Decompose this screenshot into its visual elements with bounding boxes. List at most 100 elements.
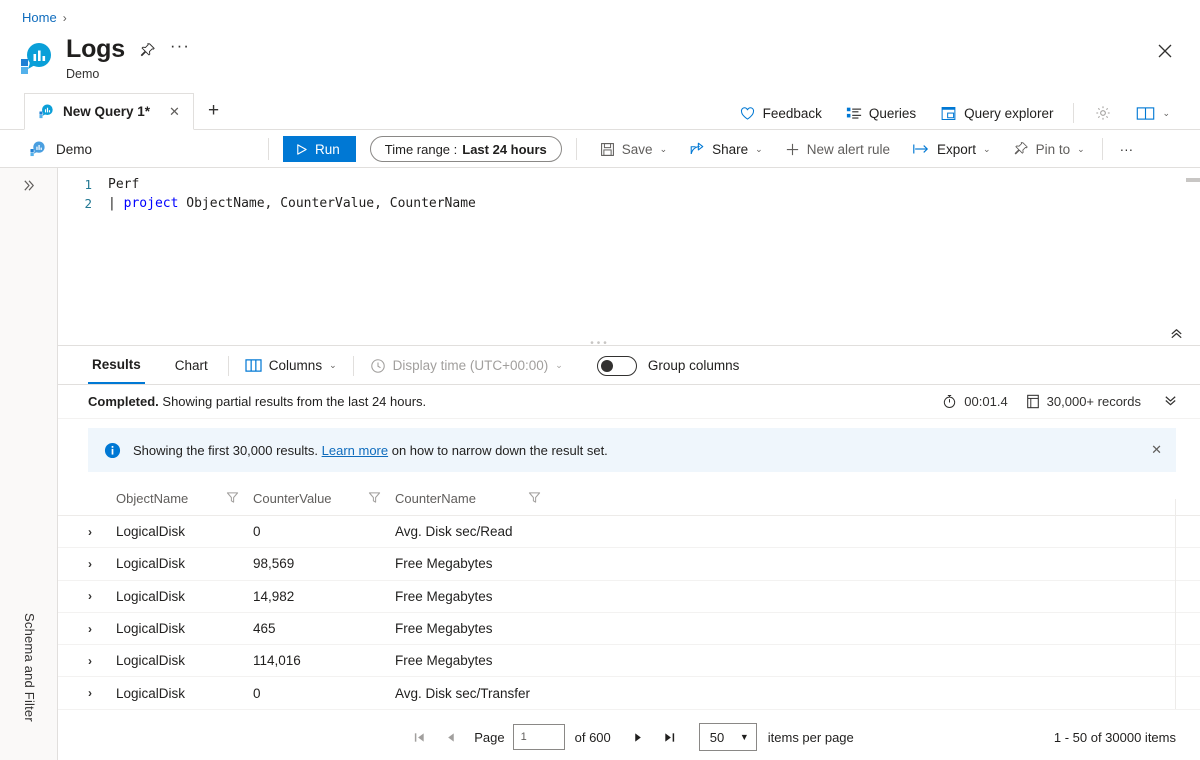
time-range-picker[interactable]: Time range : Last 24 hours — [369, 136, 562, 162]
clock-icon — [370, 358, 385, 373]
prev-page-button[interactable] — [435, 731, 466, 744]
filter-icon[interactable] — [368, 491, 381, 507]
expand-status-button[interactable] — [1163, 393, 1178, 411]
table-row[interactable]: › LogicalDisk 465 Free Megabytes — [58, 613, 1200, 646]
new-alert-rule-button[interactable]: New alert rule — [774, 138, 901, 161]
editor-code[interactable]: Perf | project ObjectName, CounterValue,… — [108, 175, 1184, 213]
share-button[interactable]: Share ⌄ — [678, 137, 774, 161]
columns-label: Columns — [268, 358, 323, 373]
group-columns-label: Group columns — [647, 358, 740, 373]
row-expander[interactable]: › — [88, 525, 116, 539]
first-page-button[interactable] — [404, 731, 435, 744]
schema-filter-label[interactable]: Schema and Filter — [22, 613, 37, 722]
settings-button[interactable] — [1082, 100, 1124, 126]
records-value: 30,000+ records — [1046, 394, 1141, 409]
code-line-1: Perf — [108, 177, 140, 192]
cell-countername: Free Megabytes — [395, 588, 493, 604]
ellipsis-icon[interactable]: ··· — [170, 36, 190, 64]
cell-countervalue: 0 — [253, 685, 261, 701]
chevron-down-icon[interactable]: ⌄ — [1162, 108, 1170, 119]
cell-countername: Avg. Disk sec/Transfer — [395, 685, 531, 701]
close-blade-button[interactable] — [1152, 38, 1178, 64]
editor-line-numbers: 1 2 — [58, 168, 102, 345]
banner-text-before: Showing the first 30,000 results. — [133, 442, 318, 458]
row-expander[interactable]: › — [88, 686, 116, 700]
pin-to-button[interactable]: Pin to ⌄ — [1002, 137, 1096, 161]
duration-value: 00:01.4 — [964, 394, 1008, 409]
row-expander[interactable]: › — [88, 589, 116, 603]
chevron-down-icon: ⌄ — [555, 360, 563, 370]
last-page-icon — [665, 732, 674, 742]
columns-icon — [245, 359, 262, 372]
cell-countervalue: 14,982 — [253, 588, 295, 604]
banner-text-after: on how to narrow down the result set. — [391, 442, 608, 458]
cell-countervalue: 98,569 — [253, 556, 295, 572]
query-tab-close-icon[interactable]: ✕ — [169, 104, 180, 120]
feedback-label: Feedback — [762, 105, 822, 121]
filter-icon[interactable] — [226, 491, 239, 507]
book-icon — [1137, 106, 1155, 120]
row-expander[interactable]: › — [88, 622, 116, 636]
results-limit-banner: Showing the first 30,000 results. Learn … — [88, 428, 1176, 472]
run-label: Run — [315, 141, 340, 157]
cell-objectname: LogicalDisk — [116, 685, 186, 701]
query-explorer-button[interactable]: Query explorer — [928, 101, 1065, 126]
add-query-tab-button[interactable]: + — [208, 100, 219, 122]
query-tab-new-query-1[interactable]: New Query 1* ✕ — [24, 93, 194, 130]
group-columns-control[interactable]: Group columns — [596, 355, 740, 376]
expand-rail-button[interactable] — [0, 178, 58, 197]
query-editor[interactable]: 1 2 Perf | project ObjectName, CounterVa… — [58, 168, 1200, 346]
page-size-select[interactable]: 50 ▼ — [698, 723, 757, 751]
row-expander[interactable]: › — [88, 557, 116, 571]
query-tab-icon — [39, 104, 53, 119]
column-header-countername[interactable]: CounterName — [395, 491, 555, 507]
cell-objectname: LogicalDisk — [116, 653, 186, 669]
breadcrumb-home[interactable]: Home — [22, 10, 57, 25]
cell-countervalue: 114,016 — [253, 653, 301, 669]
export-icon — [913, 144, 928, 154]
layout-button[interactable]: ⌄ — [1124, 101, 1182, 126]
table-row[interactable]: › LogicalDisk 0 Avg. Disk sec/Transfer — [58, 677, 1200, 710]
table-row[interactable]: › LogicalDisk 14,982 Free Megabytes — [58, 581, 1200, 613]
editor-scroll-indicator — [1186, 178, 1200, 182]
queries-button[interactable]: Queries — [834, 101, 928, 125]
run-button[interactable]: Run — [283, 136, 356, 162]
queries-label: Queries — [868, 105, 917, 121]
table-row[interactable]: › LogicalDisk 114,016 Free Megabytes — [58, 645, 1200, 678]
scope-selector[interactable]: Demo — [0, 141, 268, 157]
filter-icon[interactable] — [528, 491, 541, 507]
editor-results-splitter[interactable]: ••• — [0, 338, 1200, 349]
export-button[interactable]: Export ⌄ — [901, 138, 1002, 161]
cell-countername: Free Megabytes — [395, 653, 493, 669]
first-page-icon — [415, 732, 424, 742]
pin-icon[interactable] — [139, 42, 156, 59]
table-row[interactable]: › LogicalDisk 98,569 Free Megabytes — [58, 548, 1200, 581]
page-subtitle: Demo — [66, 67, 100, 81]
gear-icon — [1096, 106, 1111, 120]
results-tab-bar: Results Chart Columns ⌄ Display time (UT… — [58, 347, 1200, 385]
banner-close-button[interactable]: ✕ — [1151, 442, 1162, 458]
chevron-down-icon: ⌄ — [329, 360, 337, 370]
column-header-label: CounterName — [395, 491, 476, 506]
list-icon — [846, 107, 861, 119]
group-columns-toggle[interactable] — [596, 355, 637, 376]
column-header-label: CounterValue — [253, 491, 332, 506]
page-number-input[interactable] — [512, 724, 565, 750]
last-page-button[interactable] — [654, 731, 685, 744]
next-page-button[interactable] — [623, 731, 654, 744]
learn-more-link[interactable]: Learn more — [322, 443, 388, 458]
tab-results[interactable]: Results — [88, 347, 145, 384]
column-header-objectname[interactable]: ObjectName — [116, 491, 253, 507]
feedback-button[interactable]: Feedback — [727, 101, 834, 126]
column-header-countervalue[interactable]: CounterValue — [253, 491, 395, 507]
save-label: Save — [621, 141, 653, 157]
next-page-icon — [635, 732, 641, 742]
command-overflow-button[interactable]: ··· — [1109, 138, 1145, 161]
chevron-down-icon: ⌄ — [755, 143, 763, 154]
tab-chart[interactable]: Chart — [171, 347, 212, 384]
records-icon — [1026, 394, 1039, 409]
table-row[interactable]: › LogicalDisk 0 Avg. Disk sec/Read — [58, 516, 1200, 549]
columns-button[interactable]: Columns ⌄ — [245, 358, 337, 373]
row-expander[interactable]: › — [88, 654, 116, 668]
save-button[interactable]: Save ⌄ — [589, 138, 678, 161]
